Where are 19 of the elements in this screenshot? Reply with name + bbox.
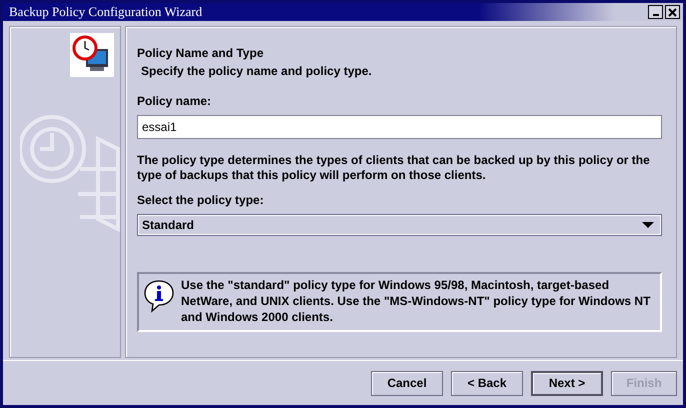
minimize-icon: [652, 14, 658, 16]
clock-monitor-icon: [70, 33, 114, 77]
close-button[interactable]: [665, 5, 680, 19]
policy-type-dropdown[interactable]: Standard: [137, 214, 662, 236]
page-subheading: Specify the policy name and policy type.: [141, 64, 373, 78]
wizard-button[interactable]: Cancel: [371, 370, 443, 396]
page-heading: Policy Name and Type: [137, 46, 264, 60]
window-title: Backup Policy Configuration Wizard: [9, 4, 202, 20]
wizard-button[interactable]: < Back: [451, 370, 523, 396]
close-icon: [668, 8, 677, 16]
description-text: The policy type determines the types of clients that can be backed up by this policy or the type of backups that this policy will perform on those clients.: [137, 153, 651, 183]
info-text: Use the "standard" policy type for Windows 95/98, Macintosh, target-based NetWare, and UNIX clients. Use the "MS-Windows-NT" policy type for Windows NT and Windows 2000 clients.: [181, 277, 652, 325]
wizard-button[interactable]: Next >: [531, 370, 603, 396]
field-label: Select the policy type:: [137, 193, 265, 207]
info-icon: [143, 279, 175, 313]
field-label: Policy name:: [137, 94, 212, 108]
minimize-button[interactable]: [648, 5, 663, 19]
policy-name-field[interactable]: essai1: [137, 115, 662, 139]
dropdown-arrow-icon: [641, 221, 655, 229]
